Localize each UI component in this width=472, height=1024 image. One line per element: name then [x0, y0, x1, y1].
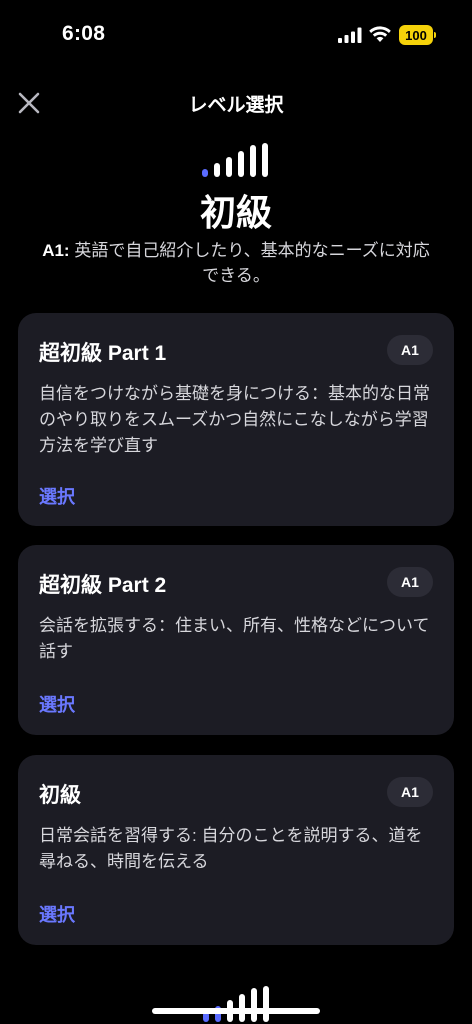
card-title: 超初級 Part 2 — [39, 574, 167, 597]
level-description-text: 英語で自己紹介したり、基本的なニーズに対応できる。 — [74, 241, 430, 285]
card-description: 日常会話を習得する: 自分のことを説明する、道を尋ねる、時間を伝える — [39, 826, 423, 871]
course-card-beginner: 初級 A1 日常会話を習得する: 自分のことを説明する、道を尋ねる、時間を伝える… — [18, 755, 454, 945]
select-button[interactable]: 選択 — [39, 901, 75, 927]
page-title: レベル選択 — [188, 95, 284, 116]
card-title: 超初級 Part 1 — [39, 342, 167, 365]
home-indicator[interactable] — [152, 1008, 320, 1014]
card-description: 会話を拡張する：住まい、所有、性格などについて話す — [39, 616, 430, 661]
course-card-super-beginner-part2: 超初級 Part 2 A1 会話を拡張する：住まい、所有、性格などについて話す … — [18, 545, 454, 735]
level-badge: A1 — [387, 335, 433, 365]
course-card-super-beginner-part1: 超初級 Part 1 A1 自信をつけながら基礎を身につける：基本的な日常のやり… — [18, 313, 454, 526]
select-button[interactable]: 選択 — [39, 483, 75, 509]
status-bar: 6:08 100 — [0, 0, 472, 70]
level-code-separator: : — [63, 241, 70, 260]
level-name: 初級 — [199, 192, 272, 233]
select-button[interactable]: 選択 — [39, 691, 75, 717]
level-code: A1 — [42, 241, 64, 260]
level-badge: A1 — [387, 777, 433, 807]
level-bars-icon — [203, 986, 269, 1022]
battery-level: 100 — [405, 27, 427, 43]
signal-icon — [338, 27, 362, 43]
wifi-icon — [369, 26, 391, 42]
battery-icon: 100 — [399, 25, 436, 45]
level-description: A1: 英語で自己紹介したり、基本的なニーズに対応できる。 — [40, 238, 432, 288]
level-bars-icon — [202, 143, 268, 177]
status-time: 6:08 — [62, 22, 106, 45]
card-description: 自信をつけながら基礎を身につける：基本的な日常のやり取りをスムーズかつ自然にこな… — [39, 384, 430, 455]
card-title: 初級 — [39, 784, 81, 807]
level-badge: A1 — [387, 567, 433, 597]
